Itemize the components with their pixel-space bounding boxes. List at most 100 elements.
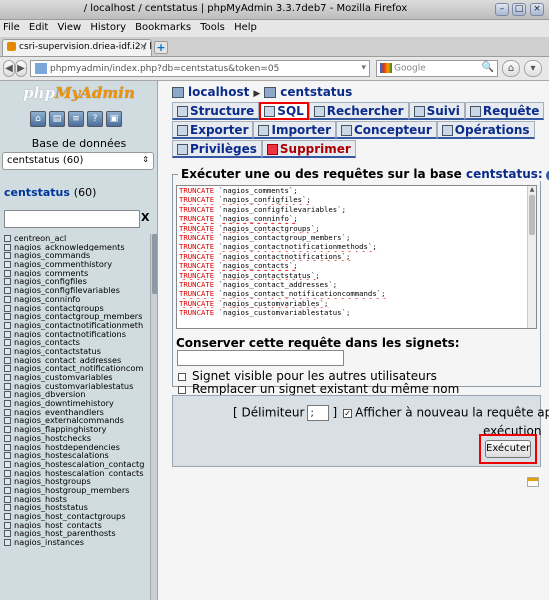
table-name[interactable]: nagios_contactnotifications xyxy=(14,330,126,339)
table-name[interactable]: nagios_customvariables xyxy=(14,373,113,382)
table-list-item[interactable]: nagios_configfilevariables xyxy=(0,286,150,295)
table-list-item[interactable]: nagios_flappinghistory xyxy=(0,425,150,434)
table-name[interactable]: nagios_contactnotificationmeth xyxy=(14,321,143,330)
tab-close-icon[interactable]: × xyxy=(139,42,147,52)
table-name[interactable]: nagios_eventhandlers xyxy=(14,408,104,417)
downloads-button[interactable]: ▾ xyxy=(524,60,542,77)
search-icon[interactable]: 🔍 xyxy=(482,62,494,73)
table-filter-input[interactable] xyxy=(4,210,140,228)
table-name[interactable]: nagios_hostescalation_contactg xyxy=(14,460,144,469)
home-button[interactable]: ⌂ xyxy=(502,60,520,77)
table-icon[interactable] xyxy=(4,347,11,355)
table-name[interactable]: nagios_host_parenthosts xyxy=(14,529,116,538)
table-list-item[interactable]: nagios_contacts xyxy=(0,338,150,347)
url-bar[interactable]: phpmyadmin/index.php?db=centstatus&token… xyxy=(30,60,370,77)
legend-db[interactable]: centstatus: xyxy=(466,167,543,181)
table-name[interactable]: nagios_contactgroup_members xyxy=(14,312,142,321)
search-bar[interactable]: Google 🔍 xyxy=(376,60,498,77)
table-name[interactable]: nagios_acknowledgements xyxy=(14,243,125,252)
database-select[interactable]: centstatus (60) ⇕ xyxy=(2,152,154,170)
table-name[interactable]: nagios_comments xyxy=(14,269,88,278)
table-name[interactable]: nagios_commenthistory xyxy=(14,260,112,269)
tab-suivi[interactable]: Suivi xyxy=(408,102,465,120)
table-name[interactable]: nagios_host_contactgroups xyxy=(14,512,126,521)
new-tab-button[interactable]: + xyxy=(154,41,168,54)
sidebar-db-title[interactable]: centstatus (60) xyxy=(4,186,96,199)
table-list-item[interactable]: nagios_customvariables xyxy=(0,373,150,382)
table-icon[interactable] xyxy=(4,330,11,338)
breadcrumb-server[interactable]: localhost xyxy=(188,85,249,99)
table-list-item[interactable]: nagios_host_contactgroups xyxy=(0,512,150,521)
browser-tab[interactable]: csri-supervision.driea-idf.i2 / lo... × xyxy=(2,39,152,56)
tab-sql[interactable]: SQL xyxy=(259,102,309,120)
tab-privileges[interactable]: Privilèges xyxy=(172,140,262,158)
table-name[interactable]: nagios_hostchecks xyxy=(14,434,91,443)
table-icon[interactable] xyxy=(4,417,11,425)
table-list-item[interactable]: nagios_contact_notificationcom xyxy=(0,364,150,373)
table-icon[interactable] xyxy=(4,539,11,547)
table-name[interactable]: nagios_contact_notificationcom xyxy=(14,364,143,373)
mysql-docs-icon[interactable]: ▣ xyxy=(106,111,122,127)
table-name[interactable]: nagios_downtimehistory xyxy=(14,399,114,408)
table-list-item[interactable]: nagios_hostchecks xyxy=(0,434,150,443)
table-name[interactable]: nagios_flappinghistory xyxy=(14,425,106,434)
table-name[interactable]: nagios_hostdependencies xyxy=(14,443,120,452)
docs-icon[interactable]: ? xyxy=(87,111,103,127)
execute-button[interactable]: Exécuter xyxy=(485,440,531,458)
table-list-item[interactable]: centreon_acl xyxy=(0,234,150,243)
search-engine-icon[interactable] xyxy=(380,63,392,73)
bookmark-input[interactable] xyxy=(177,350,344,366)
filter-clear-button[interactable]: X xyxy=(141,211,149,224)
back-button[interactable]: ◀ xyxy=(3,60,15,77)
menu-edit[interactable]: Edit xyxy=(26,20,51,35)
tab-concepteur[interactable]: Concepteur xyxy=(336,121,437,139)
table-icon[interactable] xyxy=(4,304,11,312)
textarea-scrollbar[interactable]: ▲ xyxy=(527,186,536,328)
table-list-item[interactable]: nagios_dbversion xyxy=(0,390,150,399)
table-list-item[interactable]: nagios_hostgroup_members xyxy=(0,486,150,495)
table-icon[interactable] xyxy=(4,504,11,512)
scroll-up-icon[interactable]: ▲ xyxy=(528,186,536,194)
tab-exporter[interactable]: Exporter xyxy=(172,121,254,139)
delimiter-input[interactable] xyxy=(307,405,330,421)
table-name[interactable]: nagios_contacts xyxy=(14,338,80,347)
table-list-item[interactable]: nagios_contact_addresses xyxy=(0,356,150,365)
table-list-item[interactable]: nagios_externalcommands xyxy=(0,416,150,425)
table-name[interactable]: nagios_hostescalation_contacts xyxy=(14,469,144,478)
table-icon[interactable] xyxy=(4,295,11,303)
table-icon[interactable] xyxy=(4,269,11,277)
table-name[interactable]: nagios_host_contacts xyxy=(14,521,102,530)
phpmyadmin-logo[interactable]: phpMyAdmin xyxy=(0,81,157,105)
table-name[interactable]: centreon_acl xyxy=(14,234,66,243)
table-icon[interactable] xyxy=(4,434,11,442)
table-name[interactable]: nagios_dbversion xyxy=(14,390,85,399)
tab-operations[interactable]: Opérations xyxy=(436,121,535,139)
table-name[interactable]: nagios_configfiles xyxy=(14,277,87,286)
table-icon[interactable] xyxy=(4,408,11,416)
sql-query-textarea[interactable]: TRUNCATE `nagios_comments`; TRUNCATE `nag… xyxy=(176,185,537,329)
table-name[interactable]: nagios_hostescalations xyxy=(14,451,109,460)
table-name[interactable]: nagios_contactstatus xyxy=(14,347,101,356)
maximize-button[interactable]: □ xyxy=(512,3,526,16)
table-icon[interactable] xyxy=(4,478,11,486)
table-icon[interactable] xyxy=(4,278,11,286)
table-list-item[interactable]: nagios_hostescalation_contacts xyxy=(0,469,150,478)
show-again-checkbox[interactable]: ✓ xyxy=(343,408,353,418)
logout-icon[interactable]: ▤ xyxy=(49,111,65,127)
table-icon[interactable] xyxy=(4,521,11,529)
table-icon[interactable] xyxy=(4,530,11,538)
table-list-item[interactable]: nagios_host_contacts xyxy=(0,521,150,530)
table-icon[interactable] xyxy=(4,391,11,399)
bookmark-replace-checkbox[interactable] xyxy=(178,385,186,394)
table-icon[interactable] xyxy=(4,513,11,520)
table-icon[interactable] xyxy=(4,443,11,451)
table-list-item[interactable]: nagios_hoststatus xyxy=(0,503,150,512)
table-list-item[interactable]: nagios_hostgroups xyxy=(0,477,150,486)
table-icon[interactable] xyxy=(4,243,11,251)
close-window-button[interactable]: × xyxy=(530,3,544,16)
table-name[interactable]: nagios_hoststatus xyxy=(14,503,88,512)
table-name[interactable]: nagios_configfilevariables xyxy=(14,286,120,295)
table-list-item[interactable]: nagios_downtimehistory xyxy=(0,399,150,408)
table-name[interactable]: nagios_commands xyxy=(14,251,90,260)
table-icon[interactable] xyxy=(4,287,11,295)
